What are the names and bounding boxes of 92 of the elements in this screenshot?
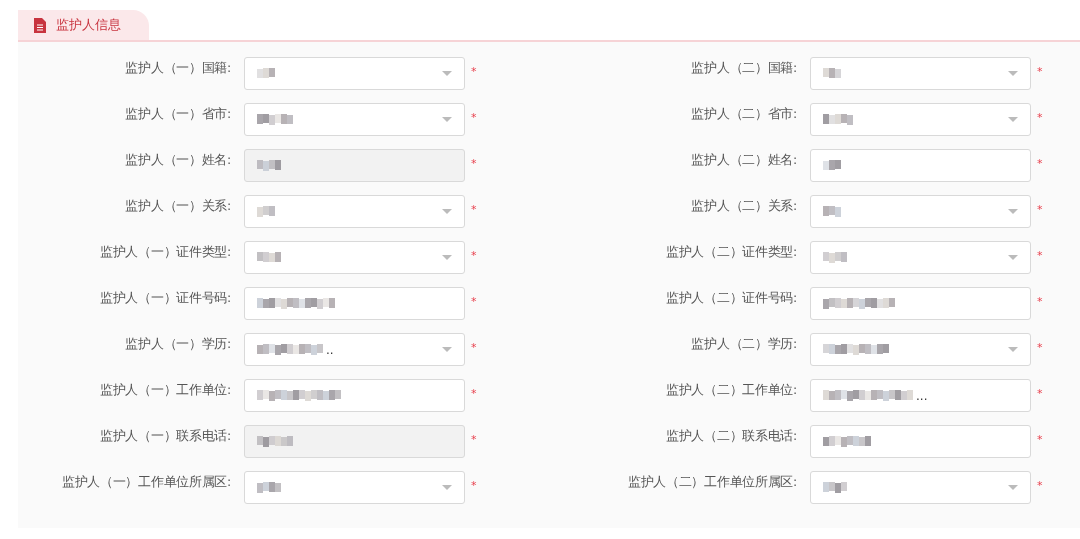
required-mark: *: [1036, 64, 1044, 78]
required-mark: *: [470, 294, 478, 308]
caret-icon: [442, 347, 452, 352]
blurred-value: [257, 344, 323, 355]
caret-icon: [442, 117, 452, 122]
caret-icon: [1008, 71, 1018, 76]
field-label: 监护人（二）联系电话:: [665, 427, 798, 445]
field-label: 监护人（一）工作单位所属区:: [61, 473, 232, 491]
field-label: 监护人（一）证件号码:: [99, 289, 232, 307]
caret-icon: [1008, 347, 1018, 352]
required-mark: *: [1036, 156, 1044, 170]
input-field[interactable]: [810, 425, 1031, 458]
required-mark: *: [1036, 386, 1044, 400]
field-label: 监护人（二）证件号码:: [665, 289, 798, 307]
caret-icon: [1008, 117, 1018, 122]
required-mark: *: [1036, 432, 1044, 446]
field-label: 监护人（二）工作单位所属区:: [627, 473, 798, 491]
required-mark: *: [1036, 478, 1044, 492]
field-label: 监护人（二）国籍:: [690, 59, 798, 77]
input-field[interactable]: [244, 379, 465, 412]
select-field[interactable]: [810, 333, 1031, 366]
select-field[interactable]: [244, 241, 465, 274]
required-mark: *: [470, 64, 478, 78]
required-mark: *: [1036, 202, 1044, 216]
select-field[interactable]: [810, 57, 1031, 90]
required-mark: *: [470, 386, 478, 400]
blurred-value: [823, 436, 871, 447]
select-field[interactable]: [810, 241, 1031, 274]
caret-icon: [442, 209, 452, 214]
blurred-value: [257, 252, 281, 263]
select-field[interactable]: [810, 195, 1031, 228]
section-title: 监护人信息: [56, 16, 121, 34]
input-field[interactable]: ...: [810, 379, 1031, 412]
required-mark: *: [470, 248, 478, 262]
field-label: 监护人（一）关系:: [124, 197, 232, 215]
blurred-value: [257, 206, 275, 217]
required-mark: *: [470, 340, 478, 354]
field-label: 监护人（一）姓名:: [124, 151, 232, 169]
field-label: 监护人（一）证件类型:: [99, 243, 232, 261]
field-label: 监护人（二）证件类型:: [665, 243, 798, 261]
input-field[interactable]: [810, 149, 1031, 182]
blurred-value: [823, 298, 895, 309]
select-field[interactable]: ..: [244, 333, 465, 366]
caret-icon: [1008, 209, 1018, 214]
blurred-value: [823, 252, 847, 263]
required-mark: *: [1036, 294, 1044, 308]
blurred-value: [257, 482, 281, 493]
ellipsis: ...: [916, 388, 928, 403]
select-field[interactable]: [244, 103, 465, 136]
field-label: 监护人（一）国籍:: [124, 59, 232, 77]
field-label: 监护人（二）姓名:: [690, 151, 798, 169]
input-field[interactable]: [244, 287, 465, 320]
field-label: 监护人（二）工作单位:: [665, 381, 798, 399]
required-mark: *: [1036, 248, 1044, 262]
blurred-value: [823, 482, 847, 493]
caret-icon: [442, 255, 452, 260]
document-icon: [34, 17, 46, 33]
blurred-value: [823, 160, 841, 171]
caret-icon: [1008, 485, 1018, 490]
select-field[interactable]: [244, 195, 465, 228]
required-mark: *: [470, 202, 478, 216]
required-mark: *: [470, 432, 478, 446]
blurred-value: [823, 206, 841, 217]
field-label: 监护人（二）关系:: [690, 197, 798, 215]
required-mark: *: [1036, 110, 1044, 124]
blurred-value: [823, 114, 853, 125]
field-label: 监护人（一）学历:: [124, 335, 232, 353]
blurred-value: [823, 68, 841, 79]
required-mark: *: [470, 110, 478, 124]
field-label: 监护人（一）省市:: [124, 105, 232, 123]
field-label: 监护人（一）联系电话:: [99, 427, 232, 445]
required-mark: *: [470, 478, 478, 492]
required-mark: *: [1036, 340, 1044, 354]
field-label: 监护人（一）工作单位:: [99, 381, 232, 399]
field-label: 监护人（二）省市:: [690, 105, 798, 123]
blurred-value: [257, 160, 281, 171]
caret-icon: [1008, 255, 1018, 260]
required-mark: *: [470, 156, 478, 170]
input-field[interactable]: [810, 287, 1031, 320]
blurred-value: [257, 68, 275, 79]
caret-icon: [442, 485, 452, 490]
field-label: 监护人（二）学历:: [690, 335, 798, 353]
blurred-value: [257, 114, 293, 125]
ellipsis: ..: [326, 342, 334, 357]
select-field[interactable]: [810, 103, 1031, 136]
select-field[interactable]: [244, 57, 465, 90]
section-tab[interactable]: 监护人信息: [18, 10, 149, 40]
caret-icon: [442, 71, 452, 76]
select-field[interactable]: [810, 471, 1031, 504]
select-field[interactable]: [244, 471, 465, 504]
blurred-value: [257, 436, 293, 447]
blurred-value: [823, 344, 889, 355]
